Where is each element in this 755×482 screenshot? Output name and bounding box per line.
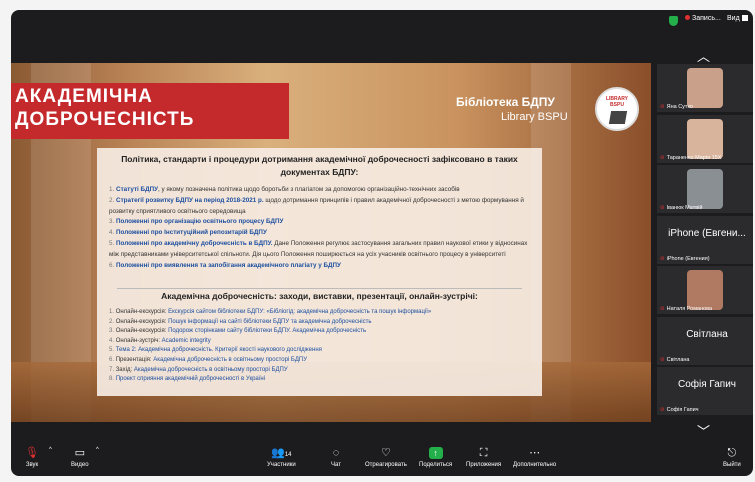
security-shield-icon[interactable] (669, 16, 678, 26)
participant-tile[interactable]: ⊘ Іванюк Матвій (657, 165, 753, 213)
muted-mic-icon: ⊘ (660, 154, 665, 161)
chat-icon: ◌ (332, 447, 340, 459)
people-icon: 👥14 (271, 447, 292, 459)
document-item: 5. Положенні про академічну доброчесніст… (109, 239, 528, 258)
muted-mic-icon: ⊘ (660, 356, 665, 363)
events-heading: Академічна доброчесність: заходи, вистав… (161, 291, 478, 301)
zoom-meeting-window: Запись... Вид АКАДЕМІЧНА ДОБРОЧЕСНІСТЬ Б… (11, 10, 753, 476)
recording-indicator[interactable]: Запись... (685, 15, 721, 22)
event-item: 4. Онлайн-зустріч: Academic integrity (109, 337, 211, 344)
share-arrow-icon: ↑ (428, 447, 443, 459)
participant-tile[interactable]: ⊘ Яна Сутко (657, 64, 753, 112)
participant-video (687, 169, 723, 209)
muted-mic-icon: ⊘ (660, 205, 665, 211)
leave-button[interactable]: ⎋ Выйти (723, 447, 741, 468)
library-name-en: Library BSPU (501, 111, 568, 123)
view-button[interactable]: Вид (727, 15, 748, 22)
apps-icon: ⛶ (479, 447, 488, 459)
top-bar: Запись... Вид (11, 10, 753, 32)
library-logo: LIBRARY BSPU (595, 87, 639, 131)
event-item: 8. Проект сприяння академічній доброчесн… (109, 376, 266, 383)
event-item: 7. Захід: Академічна доброчесність в осв… (109, 366, 288, 373)
participant-video (687, 270, 723, 310)
event-item: 1. Онлайн-екскурсія: Екскурсія сайтом бі… (109, 309, 432, 315)
shared-screen: АКАДЕМІЧНА ДОБРОЧЕСНІСТЬ Бібліотека БДПУ… (11, 63, 651, 422)
ellipsis-icon: ⋯ (529, 447, 541, 459)
event-item: 6. Презентація: Академічна доброчесність… (109, 356, 308, 363)
muted-mic-icon: ⊘ (660, 306, 665, 312)
document-item: 1. Статуті БДПУ, у якому позначена політ… (109, 186, 460, 193)
participants-strip: ︿ ⊘ Яна Сутко ⊘ Тараненко Марія 15Х ⊘ Іванюк … (653, 46, 753, 439)
chat-button[interactable]: ◌ Чат (331, 447, 341, 468)
muted-mic-icon: ⊘ (660, 255, 665, 262)
participant-tile[interactable]: iPhone (Евгени... ⊘ iPhone (Евгения) (657, 215, 753, 264)
heart-icon: ♡ (380, 447, 391, 459)
slide-title-box: АКАДЕМІЧНА ДОБРОЧЕСНІСТЬ (11, 83, 289, 139)
document-item: 6. Положенні про виявлення та запобіганн… (109, 261, 341, 269)
events-list: 1. Онлайн-екскурсія: Екскурсія сайтом бі… (109, 308, 534, 385)
react-button[interactable]: ♡ Отреагировать (365, 447, 407, 468)
event-item: 3. Онлайн-екскурсія: Подорож сторінками … (109, 328, 367, 335)
chevron-up-icon[interactable]: ︿ (697, 46, 710, 65)
documents-list: 1. Статуті БДПУ, у якому позначена політ… (109, 185, 534, 271)
chevron-down-icon[interactable]: ﹀ (697, 421, 710, 440)
camera-icon: ▭ (74, 447, 85, 459)
participant-video (687, 118, 723, 159)
event-item: 5. Тема 2: Академічна доброчесність. Кри… (109, 347, 322, 354)
share-button[interactable]: ↑ Поделиться (419, 447, 452, 468)
participant-video (687, 68, 723, 108)
video-button[interactable]: ▭ Видео (71, 447, 89, 468)
grid-view-icon (741, 15, 748, 21)
library-name-ua: Бібліотека БДПУ (456, 95, 555, 109)
record-dot-icon (685, 15, 690, 20)
document-item: 4. Положенні про Інституційний репозитар… (109, 229, 267, 237)
document-item: 2. Стратегії розвитку БДПУ на період 201… (109, 196, 524, 215)
chevron-up-icon[interactable]: ^ (96, 447, 99, 453)
book-icon (608, 111, 628, 124)
documents-heading: Політика, стандарти і процедури дотриман… (121, 154, 518, 177)
muted-mic-icon: ⊘ (660, 104, 665, 110)
leave-icon: ⎋ (727, 447, 737, 459)
event-item: 2. Онлайн-екскурсія: Пошук інформації на… (109, 318, 372, 325)
audio-button[interactable]: 🎙 Звук (25, 447, 39, 468)
participants-button[interactable]: 👥14 Участники (267, 447, 296, 468)
meeting-toolbar: 🎙 Звук ^ ▭ Видео ^ 👥14 Участники ◌ Чат ♡… (11, 443, 753, 476)
more-button[interactable]: ⋯ Дополнительно (513, 447, 556, 468)
chevron-up-icon[interactable]: ^ (49, 447, 52, 453)
document-item: 3. Положенні про організацію освітнього … (109, 218, 284, 226)
divider (117, 288, 522, 289)
muted-mic-icon: ⊘ (660, 407, 665, 413)
participant-tile[interactable]: ⊘ Тараненко Марія 15Х (657, 114, 753, 163)
slide-title: АКАДЕМІЧНА ДОБРОЧЕСНІСТЬ (15, 86, 195, 130)
participant-tile[interactable]: Світлана ⊘ Світлана (657, 316, 753, 365)
participant-tile[interactable]: Софія Гапич ⊘ Софія Гапич (657, 367, 753, 415)
participant-tile[interactable]: ⊘ Наталя Романова (657, 266, 753, 314)
slide-content-panel: Політика, стандарти і процедури дотриман… (97, 148, 542, 396)
apps-button[interactable]: ⛶ Приложения (466, 447, 501, 468)
muted-mic-icon: 🎙 (25, 447, 39, 459)
